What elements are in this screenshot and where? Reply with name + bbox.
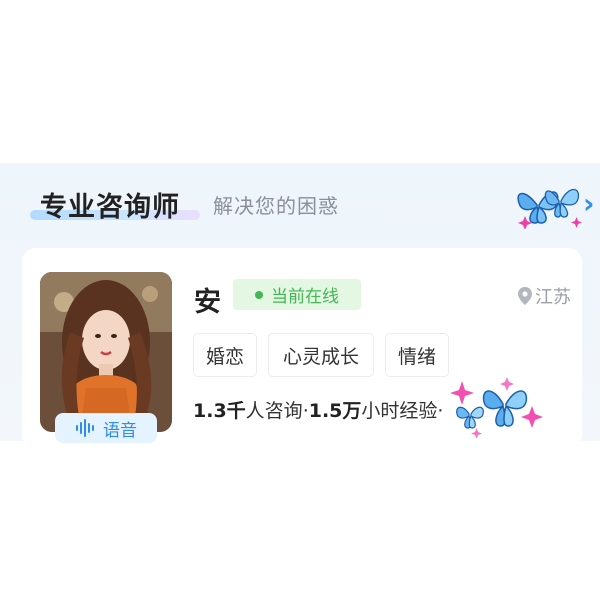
butterfly-sticker-icon xyxy=(517,188,582,229)
avatar-portrait xyxy=(40,272,172,432)
tag-spiritual-growth[interactable]: 心灵成长 xyxy=(268,333,374,377)
online-dot-icon xyxy=(255,290,263,299)
section-header: 专业咨询师 解决您的困惑 › xyxy=(0,163,600,248)
consult-unit: 人咨询 xyxy=(245,400,303,422)
online-status-badge: 当前在线 xyxy=(233,279,361,310)
location-text: 江苏 xyxy=(535,287,571,308)
tag-emotion[interactable]: 情绪 xyxy=(385,333,449,377)
counselor-avatar[interactable] xyxy=(40,272,172,432)
hours-count: 1.5万 xyxy=(308,400,362,422)
voice-label: 语音 xyxy=(103,420,137,441)
counselor-name: 安 xyxy=(194,287,221,318)
online-status-text: 当前在线 xyxy=(271,287,339,307)
location: 江苏 xyxy=(518,283,571,309)
butterfly-large xyxy=(482,390,528,427)
butterfly-right xyxy=(544,188,580,218)
section-title: 专业咨询师 xyxy=(40,192,180,223)
voice-badge[interactable]: 语音 xyxy=(55,413,157,443)
voice-wave-icon xyxy=(76,419,94,437)
location-pin-icon xyxy=(518,287,532,305)
butterfly-sparkle-sticker-icon xyxy=(450,377,543,438)
more-arrow-icon[interactable]: › xyxy=(583,187,595,220)
consult-count: 1.3千 xyxy=(193,400,246,422)
hours-unit: 小时经验 xyxy=(361,400,438,422)
butterfly-small xyxy=(456,406,484,429)
tag-marriage[interactable]: 婚恋 xyxy=(193,333,257,377)
stats-separator: · xyxy=(437,400,444,422)
section-subtitle: 解决您的困惑 xyxy=(213,194,339,218)
